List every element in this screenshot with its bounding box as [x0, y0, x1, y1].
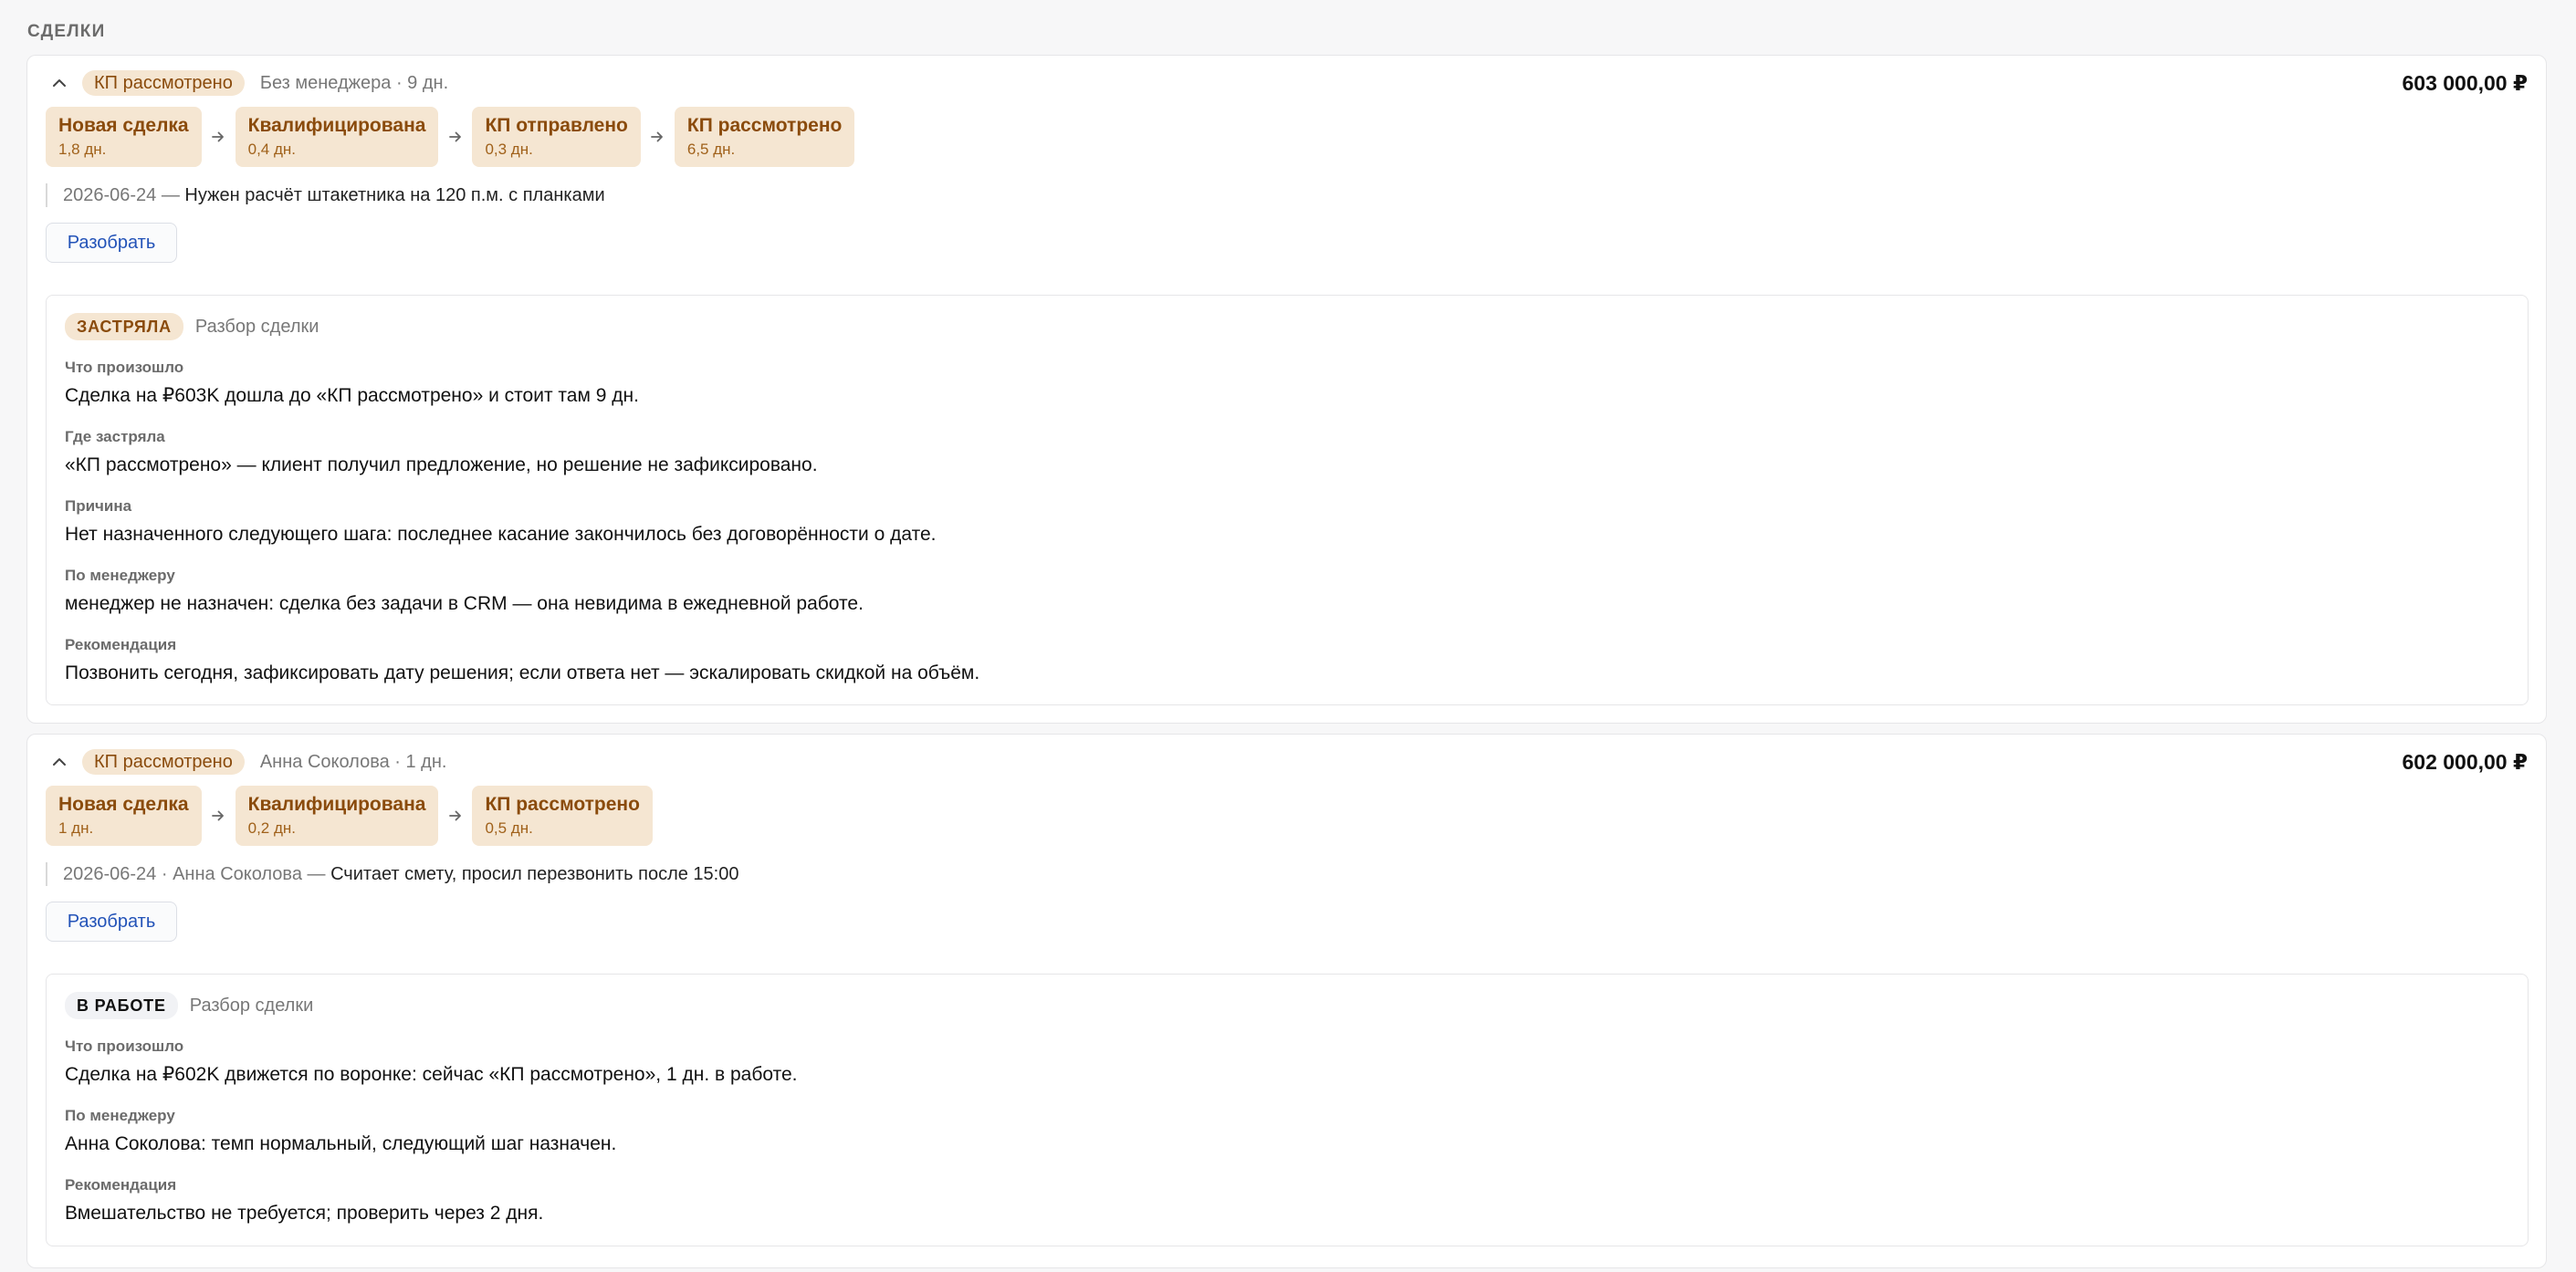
arrow-right-icon	[438, 130, 472, 143]
note-text: Считает смету, просил перезвонить после …	[330, 864, 739, 884]
field-value: Позвонить сегодня, зафиксировать дату ре…	[65, 662, 980, 683]
stage-name: Квалифицирована	[247, 115, 426, 136]
stage-badge: КП рассмотрено	[82, 749, 245, 775]
field-label: Рекомендация	[65, 1176, 177, 1194]
deal-amount: 602 000,00 ₽	[2402, 750, 2528, 774]
status-badge: В РАБОТЕ	[65, 992, 178, 1019]
analysis-field: Где застряла «КП рассмотрено» — клиент п…	[65, 427, 818, 478]
stage-name: Новая сделка	[58, 115, 189, 136]
deal-note: 2026-06-24 · Анна Соколова — Считает сме…	[46, 862, 738, 886]
stage-name: Квалифицирована	[247, 794, 426, 815]
note-text: Нужен расчёт штакетника на 120 п.м. с пл…	[184, 185, 605, 205]
deal-amount: 603 000,00 ₽	[2402, 71, 2528, 95]
arrow-right-icon	[438, 809, 472, 822]
pipeline: Новая сделка 1 дн. Квалифицирована 0,2 д…	[46, 786, 653, 846]
analysis-field: Что произошло Сделка на ₽602K движется п…	[65, 1037, 797, 1088]
analysis-title: Разбор сделки	[189, 995, 314, 1016]
deals-page: СДЕЛКИ КП рассмотрено Без менеджера · 9 …	[0, 0, 2576, 1272]
pipeline: Новая сделка 1,8 дн. Квалифицирована 0,4…	[46, 107, 855, 167]
stage-days: 1,8 дн.	[58, 141, 107, 158]
field-value: «КП рассмотрено» — клиент получил предло…	[65, 454, 818, 475]
analyze-button[interactable]: Разобрать	[46, 223, 177, 263]
field-value: Вмешательство не требуется; проверить че…	[65, 1203, 544, 1224]
arrow-right-icon	[641, 130, 675, 143]
pipeline-stage: КП отправлено 0,3 дн.	[472, 107, 641, 167]
field-label: Что произошло	[65, 359, 184, 376]
stage-name: Новая сделка	[58, 794, 189, 815]
field-label: Где застряла	[65, 428, 165, 445]
stage-days: 0,2 дн.	[247, 819, 297, 837]
note-prefix: 2026-06-24 · Анна Соколова —	[63, 864, 331, 884]
stage-days: 1 дн.	[58, 819, 94, 837]
field-value: Сделка на ₽603K дошла до «КП рассмотрено…	[65, 385, 639, 406]
field-label: Рекомендация	[65, 636, 177, 653]
note-prefix: 2026-06-24 —	[63, 185, 185, 205]
analysis-header: ЗАСТРЯЛА Разбор сделки	[65, 312, 319, 341]
deal-note: 2026-06-24 — Нужен расчёт штакетника на …	[46, 183, 605, 207]
analysis-field: По менеджеру Анна Соколова: темп нормаль…	[65, 1106, 616, 1157]
chevron-up-icon[interactable]	[47, 750, 71, 774]
field-label: По менеджеру	[65, 1107, 175, 1124]
field-value: Анна Соколова: темп нормальный, следующи…	[65, 1133, 617, 1154]
stage-days: 6,5 дн.	[686, 141, 736, 158]
pipeline-stage: Квалифицирована 0,2 дн.	[235, 786, 439, 846]
analysis-field: Что произошло Сделка на ₽603K дошла до «…	[65, 358, 639, 409]
deal-header: КП рассмотрено Анна Соколова · 1 дн.	[47, 747, 446, 777]
field-value: менеджер не назначен: сделка без задачи …	[65, 593, 864, 614]
chevron-up-icon[interactable]	[47, 71, 71, 95]
deal-analysis: ЗАСТРЯЛА Разбор сделки Что произошло Сде…	[46, 295, 2529, 705]
stage-days: 0,3 дн.	[485, 141, 533, 158]
field-value: Сделка на ₽602K движется по воронке: сей…	[65, 1064, 798, 1085]
deal-meta: Без менеджера · 9 дн.	[259, 72, 449, 93]
deal-card: КП рассмотрено Без менеджера · 9 дн. 603…	[26, 55, 2547, 724]
field-label: Причина	[65, 497, 132, 515]
stage-days: 0,4 дн.	[247, 141, 297, 158]
arrow-right-icon	[202, 809, 236, 822]
analysis-field: Причина Нет назначенного следующего шага…	[65, 496, 937, 547]
analyze-button[interactable]: Разобрать	[46, 902, 177, 942]
field-value: Нет назначенного следующего шага: послед…	[65, 524, 937, 545]
deal-analysis: В РАБОТЕ Разбор сделки Что произошло Сде…	[46, 974, 2529, 1246]
field-label: По менеджеру	[65, 567, 175, 584]
field-label: Что произошло	[65, 1037, 184, 1055]
pipeline-stage: КП рассмотрено 6,5 дн.	[674, 107, 855, 167]
pipeline-stage: Квалифицирована 0,4 дн.	[235, 107, 439, 167]
analysis-title: Разбор сделки	[194, 316, 319, 337]
stage-badge: КП рассмотрено	[82, 70, 245, 96]
stage-days: 0,5 дн.	[485, 819, 533, 837]
analysis-field: Рекомендация Вмешательство не требуется;…	[65, 1175, 543, 1226]
deal-header: КП рассмотрено Без менеджера · 9 дн.	[47, 68, 448, 98]
arrow-right-icon	[202, 130, 236, 143]
stage-name: КП рассмотрено	[485, 794, 640, 815]
analysis-field: Рекомендация Позвонить сегодня, зафиксир…	[65, 635, 979, 686]
pipeline-stage: Новая сделка 1 дн.	[46, 786, 202, 846]
stage-name: КП отправлено	[485, 115, 628, 136]
status-badge: ЗАСТРЯЛА	[65, 313, 183, 340]
deal-meta: Анна Соколова · 1 дн.	[259, 751, 447, 772]
analysis-header: В РАБОТЕ Разбор сделки	[65, 991, 313, 1020]
pipeline-stage: Новая сделка 1,8 дн.	[46, 107, 202, 167]
stage-name: КП рассмотрено	[686, 115, 843, 136]
pipeline-stage: КП рассмотрено 0,5 дн.	[472, 786, 653, 846]
section-title: СДЕЛКИ	[27, 22, 106, 41]
deal-card: КП рассмотрено Анна Соколова · 1 дн. 602…	[26, 734, 2547, 1268]
analysis-field: По менеджеру менеджер не назначен: сделк…	[65, 566, 864, 617]
